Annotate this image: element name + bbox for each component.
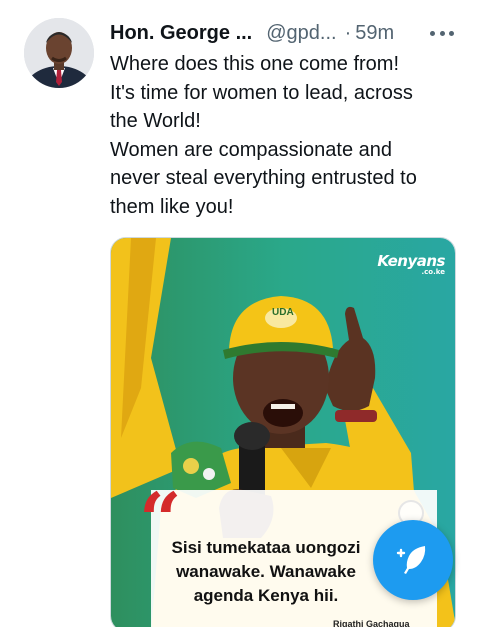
tweet-text: Where does this one come from! It's time… bbox=[110, 50, 460, 222]
quote-line: agenda Kenya hii. bbox=[193, 586, 339, 605]
kenyans-watermark-logo: Kenyans .co.ke bbox=[377, 252, 445, 276]
avatar[interactable] bbox=[24, 18, 94, 88]
tweet-text-line: It's time for women to lead, across bbox=[110, 81, 413, 104]
author-handle[interactable]: @gpd... bbox=[266, 22, 336, 45]
compose-tweet-button[interactable] bbox=[373, 520, 453, 600]
tweet-header: Hon. George ... @gpd... · 59m bbox=[110, 20, 456, 46]
compose-tweet-icon bbox=[396, 546, 426, 574]
tweet-text-line: the World! bbox=[110, 110, 201, 133]
avatar-photo bbox=[24, 18, 94, 88]
tweet-text-line: never steal everything entrusted to bbox=[110, 167, 417, 190]
separator-dot: · bbox=[344, 21, 352, 44]
tweet-timestamp[interactable]: 59m bbox=[355, 22, 394, 45]
cap-logo-text: UDA bbox=[272, 307, 294, 318]
quote-attribution: Rigathi Gachagua bbox=[333, 619, 410, 627]
tweet[interactable]: Hon. George ... @gpd... · 59m Where does… bbox=[0, 0, 480, 627]
author-display-name[interactable]: Hon. George ... bbox=[110, 22, 252, 45]
tweet-text-line: Women are compassionate and bbox=[110, 138, 393, 161]
tweet-text-line: them like you! bbox=[110, 195, 234, 218]
more-horizontal-icon[interactable] bbox=[428, 22, 456, 44]
tweet-text-line: Where does this one come from! bbox=[110, 53, 400, 75]
